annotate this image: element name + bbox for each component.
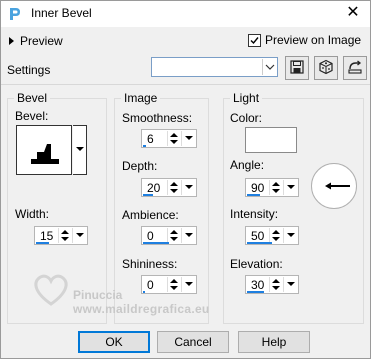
randomize-button[interactable] <box>314 56 338 80</box>
depth-label: Depth: <box>122 159 158 173</box>
shininess-stepper[interactable] <box>167 277 179 292</box>
ambience-dropdown[interactable] <box>181 228 195 243</box>
width-label: Width: <box>15 207 50 221</box>
title-bar: Inner Bevel ✕ <box>1 1 370 27</box>
width-value: 15 <box>40 229 54 243</box>
ambience-level-bar <box>143 242 169 244</box>
inner-bevel-dialog: Inner Bevel ✕ Preview Preview on Image S… <box>0 0 371 359</box>
angle-level-bar <box>247 194 260 196</box>
expand-triangle-icon <box>9 37 14 45</box>
reset-arrow-icon <box>347 59 363 78</box>
width-spinner[interactable]: 15 <box>34 226 88 245</box>
app-icon <box>7 6 23 22</box>
settings-label: Settings <box>7 63 51 77</box>
depth-value: 20 <box>147 181 161 195</box>
ok-button[interactable]: OK <box>78 331 150 353</box>
settings-combo[interactable] <box>151 57 278 77</box>
angle-dial[interactable] <box>311 163 357 209</box>
width-stepper[interactable] <box>58 228 70 243</box>
depth-stepper[interactable] <box>167 180 179 195</box>
preview-on-image-checkbox[interactable]: Preview on Image <box>248 33 361 47</box>
close-button[interactable]: ✕ <box>344 3 362 23</box>
shininess-label: Shininess: <box>122 257 178 271</box>
depth-level-bar <box>143 194 153 196</box>
width-level-bar <box>36 242 49 244</box>
floppy-disk-icon <box>289 59 305 78</box>
angle-value: 90 <box>251 181 265 195</box>
intensity-spinner[interactable]: 50 <box>245 226 299 245</box>
smoothness-spinner[interactable]: 6 <box>141 129 197 148</box>
ambience-spinner[interactable]: 0 <box>141 226 197 245</box>
ambience-stepper[interactable] <box>167 228 179 243</box>
angle-dropdown[interactable] <box>283 180 297 195</box>
intensity-label: Intensity: <box>230 207 279 221</box>
watermark-url: www.maildregrafica.eu <box>73 302 210 316</box>
heart-watermark-icon <box>31 271 71 310</box>
preview-toggle[interactable]: Preview <box>9 34 63 48</box>
angle-spinner[interactable]: 90 <box>245 178 299 197</box>
smoothness-label: Smoothness: <box>122 111 193 125</box>
preview-on-image-label: Preview on Image <box>265 33 362 47</box>
depth-spinner[interactable]: 20 <box>141 178 197 197</box>
ambience-label: Ambience: <box>122 208 179 222</box>
width-dropdown[interactable] <box>72 228 86 243</box>
reset-defaults-button[interactable] <box>343 56 367 80</box>
elevation-stepper[interactable] <box>269 277 281 292</box>
intensity-level-bar <box>247 242 272 244</box>
light-group-title: Light <box>230 91 263 105</box>
elevation-spinner[interactable]: 30 <box>245 275 299 294</box>
save-preset-button[interactable] <box>285 56 309 80</box>
intensity-value: 50 <box>251 229 265 243</box>
shininess-level-bar <box>143 291 145 293</box>
bevel-shape-icon <box>17 144 71 177</box>
smoothness-stepper[interactable] <box>167 131 179 146</box>
bevel-label: Bevel: <box>15 109 49 123</box>
window-title: Inner Bevel <box>31 6 92 20</box>
preview-label: Preview <box>20 34 63 48</box>
shininess-dropdown[interactable] <box>181 277 195 292</box>
chevron-down-icon[interactable] <box>262 59 276 75</box>
intensity-dropdown[interactable] <box>283 228 297 243</box>
shininess-spinner[interactable]: 0 <box>141 275 197 294</box>
bevel-shape-picker[interactable] <box>16 125 72 175</box>
angle-pointer-icon <box>312 182 356 211</box>
checkbox-checked-icon <box>248 33 261 47</box>
cancel-button[interactable]: Cancel <box>157 331 229 353</box>
elevation-value: 30 <box>251 278 265 292</box>
watermark-name: Pinuccia <box>73 288 123 302</box>
intensity-stepper[interactable] <box>269 228 281 243</box>
smoothness-dropdown[interactable] <box>181 131 195 146</box>
elevation-label: Elevation: <box>230 257 283 271</box>
help-button[interactable]: Help <box>238 331 310 353</box>
elevation-level-bar <box>247 291 264 293</box>
smoothness-value: 6 <box>147 132 154 146</box>
light-color-swatch[interactable] <box>245 127 297 153</box>
chevron-down-icon <box>76 147 84 151</box>
dice-icon <box>318 59 334 78</box>
bevel-dropdown-button[interactable] <box>73 125 87 175</box>
smoothness-level-bar <box>143 145 146 147</box>
color-label: Color: <box>230 111 263 125</box>
depth-dropdown[interactable] <box>181 180 195 195</box>
bevel-group-title: Bevel <box>14 91 51 105</box>
ambience-value: 0 <box>147 229 154 243</box>
divider <box>1 84 370 85</box>
elevation-dropdown[interactable] <box>283 277 297 292</box>
angle-label: Angle: <box>230 158 265 172</box>
shininess-value: 0 <box>147 278 154 292</box>
angle-stepper[interactable] <box>269 180 281 195</box>
image-group-title: Image <box>121 91 161 105</box>
